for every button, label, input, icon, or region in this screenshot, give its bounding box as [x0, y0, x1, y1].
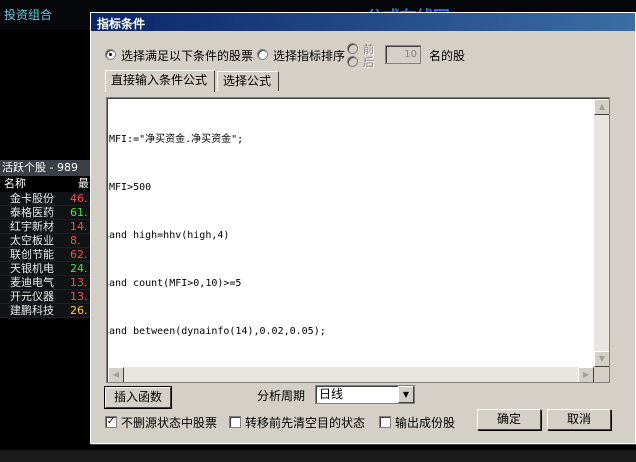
output-components-label[interactable]: 输出成份股 — [395, 414, 455, 431]
list-item[interactable]: 麦迪电气 13. — [0, 276, 92, 290]
insert-function-button[interactable]: 插入函数 — [104, 386, 172, 409]
column-value-header: 最 — [78, 177, 89, 190]
output-components-checkbox[interactable] — [379, 416, 391, 428]
tab-select-formula[interactable]: 选择公式 — [217, 71, 279, 91]
stock-value: 61. — [70, 206, 88, 219]
radio-back-label[interactable]: 后 — [363, 54, 374, 70]
list-item[interactable]: 泰格医药 61. — [0, 206, 92, 220]
radio-meet-conditions-label[interactable]: 选择满足以下条件的股票 — [121, 47, 253, 64]
cancel-button[interactable]: 取消 — [547, 409, 611, 430]
list-item[interactable]: 天银机电 24. — [0, 262, 92, 276]
stock-name: 天银机电 — [10, 262, 54, 275]
count-input[interactable]: 10 — [385, 45, 421, 64]
stock-name: 金卡股份 — [10, 192, 54, 205]
column-name-header: 名称 — [4, 177, 26, 190]
list-item[interactable]: 红宇新材 14. — [0, 220, 92, 234]
list-item[interactable]: 金卡股份 46. — [0, 192, 92, 206]
horizontal-scrollbar[interactable]: ◀ ▶ — [108, 367, 594, 382]
active-stocks-title: 活跃个股 - 989 — [0, 160, 92, 176]
code-line: and count(MFI>0,10)>=5 — [109, 278, 242, 289]
stock-name: 开元仪器 — [10, 290, 54, 303]
count-suffix-label: 名的股 — [429, 49, 466, 63]
radio-sort-indicator-label[interactable]: 选择指标排序 — [273, 47, 345, 64]
stock-name: 红宇新材 — [10, 220, 54, 233]
code-line: and high=hhv(high,4) — [109, 230, 230, 241]
stock-value: 13. — [70, 276, 88, 289]
code-line: and between(dynainfo(14),0.02,0.05); — [109, 326, 326, 337]
list-item[interactable]: 联创节能 62. — [0, 248, 92, 262]
code-line: MFI>500 — [109, 182, 152, 193]
radio-back[interactable] — [347, 56, 358, 67]
vertical-scrollbar[interactable]: ▲ ▼ — [594, 99, 609, 367]
tab-direct-input[interactable]: 直接输入条件公式 — [105, 70, 215, 92]
period-label: 分析周期 — [257, 389, 306, 403]
period-select[interactable]: 日线 ▼ — [315, 385, 415, 404]
stock-value: 13. — [70, 290, 88, 303]
scrollbar-corner — [594, 367, 609, 382]
clear-target-label[interactable]: 转移前先清空目的状态 — [245, 414, 365, 431]
period-select-value: 日线 — [319, 387, 344, 401]
stock-value: 14. — [70, 220, 88, 233]
indicator-condition-dialog: 指标条件 选择满足以下条件的股票 选择指标排序 前 后 10 名的股 直接输入条… — [90, 12, 636, 444]
scroll-left-icon[interactable]: ◀ — [108, 367, 124, 382]
list-item[interactable]: 太空板业 8. — [0, 234, 92, 248]
stock-name: 联创节能 — [10, 248, 54, 261]
stock-value: 8. — [70, 234, 81, 247]
portfolio-label[interactable]: 投资组合 — [4, 6, 52, 23]
dialog-title: 指标条件 — [97, 17, 146, 31]
radio-meet-conditions[interactable] — [105, 49, 116, 60]
stock-value: 62. — [70, 248, 88, 261]
active-stocks-header: 名称 最 — [0, 176, 92, 192]
stock-name: 泰格医药 — [10, 206, 54, 219]
list-item[interactable]: 开元仪器 13. — [0, 290, 92, 304]
radio-sort-indicator[interactable] — [257, 49, 268, 60]
stock-value: 26. — [70, 304, 88, 317]
dialog-titlebar[interactable]: 指标条件 — [91, 13, 635, 31]
scroll-down-icon[interactable]: ▼ — [594, 351, 609, 367]
stock-name: 建鹏科技 — [10, 304, 54, 317]
code-line: MFI:="净买资金.净买资金"; — [109, 134, 244, 145]
list-item[interactable]: 建鹏科技 26. — [0, 304, 92, 318]
scroll-up-icon[interactable]: ▲ — [594, 99, 609, 115]
formula-editor[interactable]: MFI:="净买资金.净买资金"; MFI>500 and high=hhv(h… — [106, 97, 610, 383]
radio-front[interactable] — [347, 43, 358, 54]
scroll-right-icon[interactable]: ▶ — [578, 367, 594, 382]
stock-name: 太空板业 — [10, 234, 54, 247]
keep-source-checkbox[interactable]: ✓ — [105, 416, 117, 428]
stock-name: 麦迪电气 — [10, 276, 54, 289]
stock-value: 46. — [70, 192, 88, 205]
stock-value: 24. — [70, 262, 88, 275]
active-stocks-list: 金卡股份 46. 泰格医药 61. 红宇新材 14. 太空板业 8. 联创节能 62. 天… — [0, 192, 92, 318]
formula-code[interactable]: MFI:="净买资金.净买资金"; MFI>500 and high=hhv(h… — [109, 100, 326, 372]
clear-target-checkbox[interactable] — [229, 416, 241, 428]
keep-source-label[interactable]: 不删源状态中股票 — [121, 414, 217, 431]
chevron-down-icon[interactable]: ▼ — [398, 386, 414, 403]
ok-button[interactable]: 确定 — [477, 409, 541, 430]
bottom-strip — [0, 450, 636, 462]
